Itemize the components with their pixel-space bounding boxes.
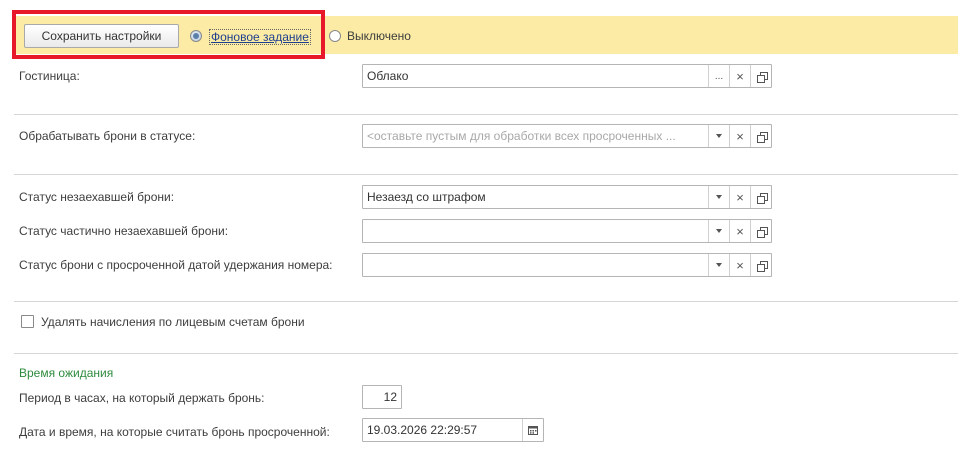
- hold-period-input[interactable]: 12: [362, 385, 402, 409]
- divider: [14, 174, 958, 175]
- delete-charges-label[interactable]: Удалять начисления по лицевым счетам бро…: [41, 315, 305, 329]
- expired-datetime-value: 19.03.2026 22:29:57: [367, 423, 478, 437]
- disabled-label: Выключено: [347, 29, 411, 43]
- chevron-down-icon[interactable]: [708, 220, 729, 242]
- delete-charges-checkbox[interactable]: [21, 315, 34, 328]
- clear-icon[interactable]: ×: [729, 125, 750, 147]
- no-show-status-field[interactable]: Незаезд со штрафом ×: [362, 185, 772, 209]
- open-copy-icon[interactable]: [750, 254, 771, 276]
- expired-datetime-input[interactable]: 19.03.2026 22:29:57: [362, 418, 544, 442]
- disabled-radio[interactable]: [329, 30, 341, 42]
- no-show-status-label: Статус незаехавшей брони:: [19, 190, 175, 204]
- process-status-placeholder: <оставьте пустым для обработки всех прос…: [367, 129, 676, 143]
- divider: [14, 114, 958, 115]
- partial-no-show-status-field[interactable]: ×: [362, 219, 772, 243]
- process-status-field[interactable]: <оставьте пустым для обработки всех прос…: [362, 124, 772, 148]
- hotel-label: Гостиница:: [19, 69, 80, 83]
- open-copy-icon[interactable]: [750, 186, 771, 208]
- clear-icon[interactable]: ×: [729, 186, 750, 208]
- background-job-radio[interactable]: [190, 30, 202, 42]
- chevron-down-icon[interactable]: [708, 125, 729, 147]
- calendar-icon[interactable]: [522, 419, 543, 441]
- open-copy-icon[interactable]: [750, 125, 771, 147]
- no-show-status-value: Незаезд со штрафом: [367, 190, 486, 204]
- divider: [14, 353, 958, 354]
- hotel-field[interactable]: Облако ... ×: [362, 64, 772, 88]
- clear-icon[interactable]: ×: [729, 220, 750, 242]
- partial-no-show-status-label: Статус частично незаехавшей брони:: [19, 224, 229, 238]
- clear-icon[interactable]: ×: [729, 254, 750, 276]
- expired-hold-status-label: Статус брони с просроченной датой удержа…: [19, 258, 333, 272]
- hotel-value: Облако: [367, 69, 409, 83]
- divider: [14, 301, 958, 302]
- chevron-down-icon[interactable]: [708, 254, 729, 276]
- save-settings-button[interactable]: Сохранить настройки: [24, 24, 179, 48]
- more-icon[interactable]: ...: [708, 65, 729, 87]
- hold-period-label: Период в часах, на который держать бронь…: [19, 391, 265, 405]
- open-copy-icon[interactable]: [750, 65, 771, 87]
- clear-icon[interactable]: ×: [729, 65, 750, 87]
- expired-datetime-label: Дата и время, на которые считать бронь п…: [19, 425, 330, 439]
- chevron-down-icon[interactable]: [708, 186, 729, 208]
- process-status-label: Обрабатывать брони в статусе:: [19, 129, 196, 143]
- expired-hold-status-field[interactable]: ×: [362, 253, 772, 277]
- open-copy-icon[interactable]: [750, 220, 771, 242]
- wait-section-title: Время ожидания: [19, 366, 114, 380]
- hold-period-value: 12: [383, 390, 397, 404]
- background-job-link[interactable]: Фоновое задание: [209, 29, 311, 45]
